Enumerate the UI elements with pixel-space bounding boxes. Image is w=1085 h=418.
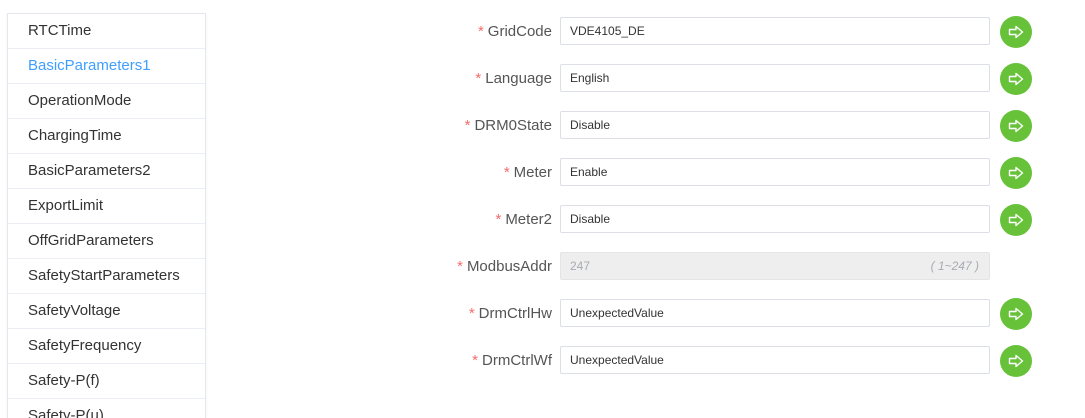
arrow-right-icon bbox=[1008, 166, 1024, 180]
form-row-language: * Language English bbox=[0, 63, 1085, 111]
form-row-drmctrlwf: * DrmCtrlWf UnexpectedValue bbox=[0, 345, 1085, 393]
language-input[interactable]: English bbox=[560, 64, 990, 92]
required-mark: * bbox=[495, 211, 502, 228]
required-mark: * bbox=[472, 352, 479, 369]
field-label: * Meter bbox=[503, 164, 552, 181]
form-row-meter: * Meter Enable bbox=[0, 157, 1085, 205]
arrow-right-icon bbox=[1008, 354, 1024, 368]
form-row-gridcode: * GridCode VDE4105_DE bbox=[0, 16, 1085, 64]
modbusaddr-value: 247 bbox=[570, 259, 591, 273]
form-row-modbusaddr: * ModbusAddr 247 ( 1~247 ) bbox=[0, 252, 1085, 299]
arrow-right-icon bbox=[1008, 213, 1024, 227]
required-mark: * bbox=[457, 258, 463, 275]
field-label: * Meter2 bbox=[495, 211, 552, 228]
form-row-drmctrlhw: * DrmCtrlHw UnexpectedValue bbox=[0, 298, 1085, 346]
required-mark: * bbox=[475, 70, 482, 87]
drmctrlwf-submit-button[interactable] bbox=[1000, 345, 1032, 377]
form-row-drm0state: * DRM0State Disable bbox=[0, 110, 1085, 158]
form-row-meter2: * Meter2 Disable bbox=[0, 204, 1085, 252]
required-mark: * bbox=[477, 23, 484, 40]
required-mark: * bbox=[503, 164, 510, 181]
field-label: * GridCode bbox=[477, 23, 552, 40]
drmctrlhw-input[interactable]: UnexpectedValue bbox=[560, 299, 990, 327]
drm0state-submit-button[interactable] bbox=[1000, 110, 1032, 142]
field-label: * ModbusAddr bbox=[457, 258, 552, 275]
required-mark: * bbox=[464, 117, 471, 134]
field-label: * Language bbox=[475, 70, 552, 87]
modbusaddr-range-hint: ( 1~247 ) bbox=[930, 259, 979, 273]
arrow-right-icon bbox=[1008, 307, 1024, 321]
meter-submit-button[interactable] bbox=[1000, 157, 1032, 189]
parameters-form: * GridCode VDE4105_DE * Language English *… bbox=[0, 0, 1085, 417]
modbusaddr-input: 247 ( 1~247 ) bbox=[560, 252, 990, 280]
required-mark: * bbox=[468, 305, 475, 322]
meter2-input[interactable]: Disable bbox=[560, 205, 990, 233]
drmctrlwf-input[interactable]: UnexpectedValue bbox=[560, 346, 990, 374]
gridcode-submit-button[interactable] bbox=[1000, 16, 1032, 48]
language-submit-button[interactable] bbox=[1000, 63, 1032, 95]
meter2-submit-button[interactable] bbox=[1000, 204, 1032, 236]
arrow-right-icon bbox=[1008, 72, 1024, 86]
gridcode-input[interactable]: VDE4105_DE bbox=[560, 17, 990, 45]
drmctrlhw-submit-button[interactable] bbox=[1000, 298, 1032, 330]
arrow-right-icon bbox=[1008, 119, 1024, 133]
field-label: * DrmCtrlHw bbox=[468, 305, 552, 322]
meter-input[interactable]: Enable bbox=[560, 158, 990, 186]
field-label: * DrmCtrlWf bbox=[472, 352, 552, 369]
drm0state-input[interactable]: Disable bbox=[560, 111, 990, 139]
field-label: * DRM0State bbox=[464, 117, 552, 134]
arrow-right-icon bbox=[1008, 25, 1024, 39]
